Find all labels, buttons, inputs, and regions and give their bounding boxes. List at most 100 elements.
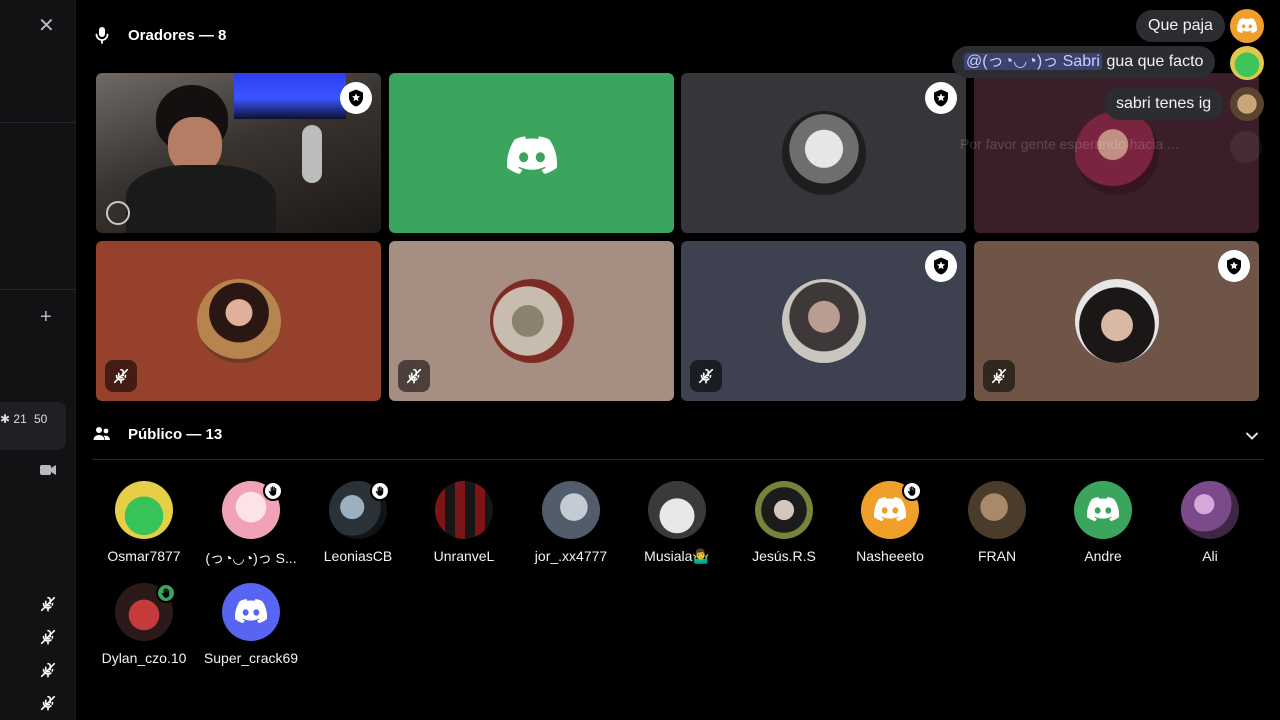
chat-bubble: Que paja xyxy=(1136,10,1225,42)
audience-avatar xyxy=(648,481,706,539)
hand-raised-icon xyxy=(267,485,279,497)
audience-avatar xyxy=(222,583,280,641)
chat-avatar xyxy=(1230,9,1264,43)
speaker-avatar xyxy=(781,111,866,195)
speaker-tile[interactable] xyxy=(681,73,966,233)
speaker-avatar xyxy=(1074,111,1159,195)
speaker-tile[interactable] xyxy=(974,241,1259,401)
audience-avatar xyxy=(115,481,173,539)
monitor-screen xyxy=(234,73,346,119)
chevron-down-icon[interactable] xyxy=(1244,428,1260,444)
audience-member[interactable]: LeoniasCB xyxy=(308,481,408,564)
user-limit-badge: 50 xyxy=(34,412,48,426)
speaker-avatar xyxy=(489,279,574,363)
muted-mic-icon xyxy=(112,367,130,385)
audience-name: Ali xyxy=(1202,548,1218,564)
chat-text: gua que facto xyxy=(1102,53,1204,70)
audience-member[interactable]: FRAN xyxy=(947,481,1047,564)
audience-name: Nasheeeto xyxy=(856,548,924,564)
shield-star-icon xyxy=(931,256,951,276)
close-icon[interactable]: ✕ xyxy=(38,16,55,36)
speakers-title: Oradores — 8 xyxy=(128,26,227,44)
discord-logo-icon xyxy=(235,599,267,623)
rail-divider xyxy=(0,122,76,123)
hand-raised-indicator xyxy=(263,481,283,501)
section-divider xyxy=(92,459,1264,460)
audience-name: Jesús.R.S xyxy=(752,548,816,564)
people-icon xyxy=(93,427,110,440)
speaker-tile[interactable] xyxy=(96,241,381,401)
audience-name: Musiala🤷‍♂ xyxy=(644,548,710,564)
chat-bubble: sabri tenes ig xyxy=(1104,88,1224,120)
audience-member[interactable]: Jesús.R.S xyxy=(734,481,834,564)
moderator-badge xyxy=(1218,250,1250,282)
audience-name: Osmar7877 xyxy=(107,548,181,564)
speaker-tile-video[interactable] xyxy=(96,73,381,233)
audience-member[interactable]: (っ◔◡◔)っ S... xyxy=(201,481,301,568)
audience-member[interactable]: Osmar7877 xyxy=(94,481,194,564)
audience-member[interactable]: Nasheeeto xyxy=(840,481,940,564)
audience-title: Público — 13 xyxy=(128,425,223,443)
chat-text: sabri tenes ig xyxy=(1116,95,1212,112)
audience-name: Super_crack69 xyxy=(203,650,299,666)
shield-star-icon xyxy=(931,88,951,108)
microphone-prop xyxy=(302,125,322,183)
chat-message-fading: Por favor gente esperando hacia ... xyxy=(960,136,1179,152)
hand-raised-indicator xyxy=(370,481,390,501)
speaker-invite-indicator xyxy=(156,583,176,603)
speakers-header: Oradores — 8 xyxy=(92,20,226,50)
stage-channel-item[interactable]: ✱ 21 50 xyxy=(0,402,66,450)
muted-mic-icon xyxy=(405,367,423,385)
audience-header[interactable]: Público — 13 xyxy=(92,419,222,449)
muted-mic-icon xyxy=(39,661,57,679)
audience-name: Andre xyxy=(1084,548,1122,564)
muted-mic-icon xyxy=(39,628,57,646)
shield-star-icon xyxy=(346,88,366,108)
audience-member[interactable]: UnranveL xyxy=(414,481,514,564)
audience-member[interactable]: Dylan_czo.10 xyxy=(94,583,194,666)
audience-name: (っ◔◡◔)っ S... xyxy=(205,550,297,566)
muted-indicator xyxy=(398,360,430,392)
user-mention[interactable]: @(っ◔◡◔)っ Sabri xyxy=(964,53,1102,70)
discord-logo-icon xyxy=(1087,497,1119,521)
stream-icon xyxy=(106,201,130,225)
plus-icon[interactable]: + xyxy=(40,307,52,327)
muted-indicator xyxy=(983,360,1015,392)
speaker-avatar xyxy=(196,279,281,363)
chat-text: Que paja xyxy=(1148,17,1213,34)
speaker-avatar xyxy=(1074,279,1159,363)
video-camera-icon[interactable] xyxy=(40,464,56,476)
muted-mic-icon xyxy=(697,367,715,385)
discord-logo-icon xyxy=(874,497,906,521)
discord-logo-icon xyxy=(1237,18,1257,33)
hand-raised-icon xyxy=(160,587,172,599)
audience-name: UnranveL xyxy=(433,548,495,564)
muted-mic-icon xyxy=(39,595,57,613)
chat-bubble: @(っ◔◡◔)っ Sabri gua que facto xyxy=(952,46,1216,78)
audience-member[interactable]: Ali xyxy=(1160,481,1260,564)
speaker-tile[interactable] xyxy=(681,241,966,401)
moderator-badge xyxy=(340,82,372,114)
speaker-tile[interactable] xyxy=(389,73,674,233)
audience-member[interactable]: Musiala🤷‍♂ xyxy=(627,481,727,565)
audience-avatar xyxy=(968,481,1026,539)
streamer-body xyxy=(126,165,276,233)
speaker-tile[interactable] xyxy=(389,241,674,401)
chat-avatar xyxy=(1230,87,1264,121)
audience-member[interactable]: jor_.xx4777 xyxy=(521,481,621,564)
audience-name: LeoniasCB xyxy=(323,548,393,564)
hand-raised-icon xyxy=(374,485,386,497)
muted-mic-icon xyxy=(39,694,57,712)
audience-avatar xyxy=(435,481,493,539)
microphone-icon xyxy=(95,27,109,44)
moderator-badge xyxy=(925,82,957,114)
muted-mic-icon xyxy=(990,367,1008,385)
audience-member[interactable]: Andre xyxy=(1053,481,1153,564)
muted-indicator xyxy=(105,360,137,392)
audience-avatar xyxy=(1074,481,1132,539)
audience-avatar xyxy=(755,481,813,539)
discord-logo-icon xyxy=(507,136,557,174)
speaker-avatar xyxy=(781,279,866,363)
rail-divider xyxy=(0,289,76,290)
audience-member[interactable]: Super_crack69 xyxy=(201,583,301,666)
